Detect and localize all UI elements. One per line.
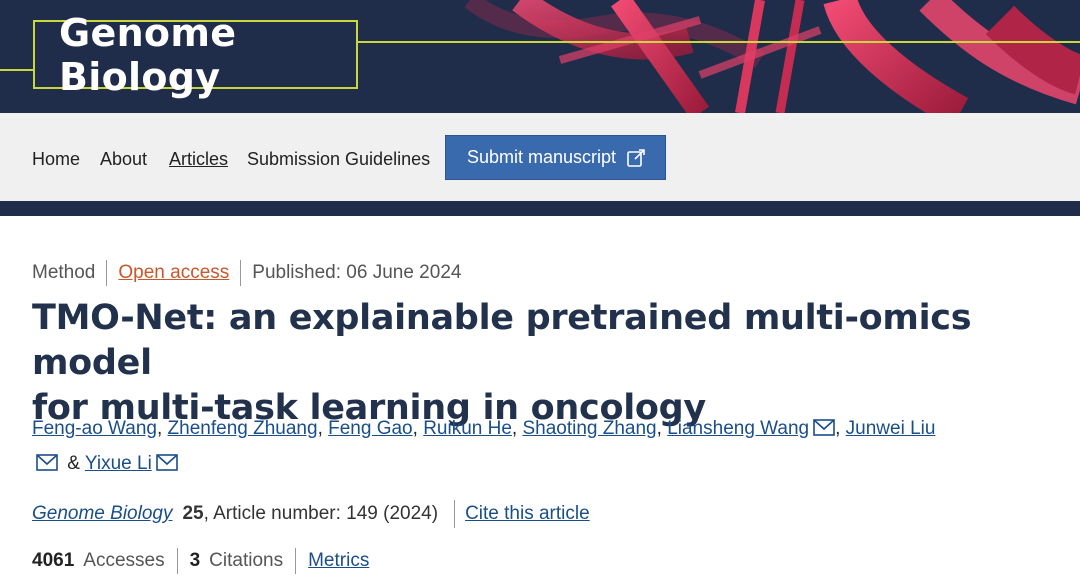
author-link[interactable]: Junwei Liu: [846, 418, 936, 439]
journal-logo[interactable]: Genome Biology: [33, 11, 358, 99]
header-bottom-strip: [0, 201, 1080, 216]
article-number: , Article number: 149 (2024): [203, 503, 439, 524]
citation-line: Genome Biology 25 , Article number: 149 …: [32, 500, 590, 528]
cite-this-article-link[interactable]: Cite this article: [465, 503, 590, 525]
main-nav: Home About Articles Submission Guideline…: [0, 113, 1080, 201]
email-icon[interactable]: [813, 419, 835, 436]
email-icon[interactable]: [155, 454, 178, 471]
submit-manuscript-button[interactable]: Submit manuscript: [445, 135, 666, 180]
authors-ampersand: &: [67, 453, 80, 474]
header-banner: Genome Biology: [0, 0, 1080, 113]
nav-home[interactable]: Home: [32, 149, 80, 170]
author-link[interactable]: Ruikun He: [423, 418, 512, 439]
divider: [176, 548, 178, 574]
author-link[interactable]: Liansheng Wang: [667, 418, 809, 439]
article-metrics: 4061 Accesses 3 Citations Metrics: [32, 548, 369, 574]
author-link[interactable]: Zhenfeng Zhuang: [168, 418, 318, 439]
published-date: Published: 06 June 2024: [252, 262, 462, 283]
divider: [240, 260, 242, 286]
open-access-link[interactable]: Open access: [118, 262, 229, 284]
article-type: Method: [32, 262, 96, 283]
author-link[interactable]: Feng-ao Wang: [32, 418, 157, 439]
author-link[interactable]: Shaoting Zhang: [522, 418, 656, 439]
citations-count: 3: [189, 550, 201, 571]
author-link[interactable]: Feng Gao: [328, 418, 413, 439]
external-link-icon: [627, 148, 645, 167]
divider: [295, 548, 297, 574]
volume: 25: [182, 503, 204, 524]
nav-about[interactable]: About: [100, 149, 147, 170]
email-icon[interactable]: [36, 454, 58, 471]
title-line-1: TMO-Net: an explainable pretrained multi…: [32, 298, 972, 383]
citations-label: Citations: [209, 550, 284, 571]
article-meta: Method Open access Published: 06 June 20…: [32, 260, 461, 286]
author-list: Feng-ao Wang, Zhenfeng Zhuang, Feng Gao,…: [32, 418, 936, 474]
nav-articles[interactable]: Articles: [169, 149, 228, 170]
divider: [106, 260, 108, 286]
accesses-count: 4061: [32, 550, 75, 571]
accesses-label: Accesses: [83, 550, 165, 571]
nav-submission-guidelines[interactable]: Submission Guidelines: [247, 149, 430, 170]
logo-text: Genome Biology: [59, 10, 237, 99]
metrics-link[interactable]: Metrics: [308, 550, 369, 572]
journal-name-link[interactable]: Genome Biology: [32, 503, 172, 525]
author-link[interactable]: Yixue Li: [85, 453, 152, 474]
divider: [454, 500, 456, 528]
submit-manuscript-label: Submit manuscript: [467, 147, 617, 167]
